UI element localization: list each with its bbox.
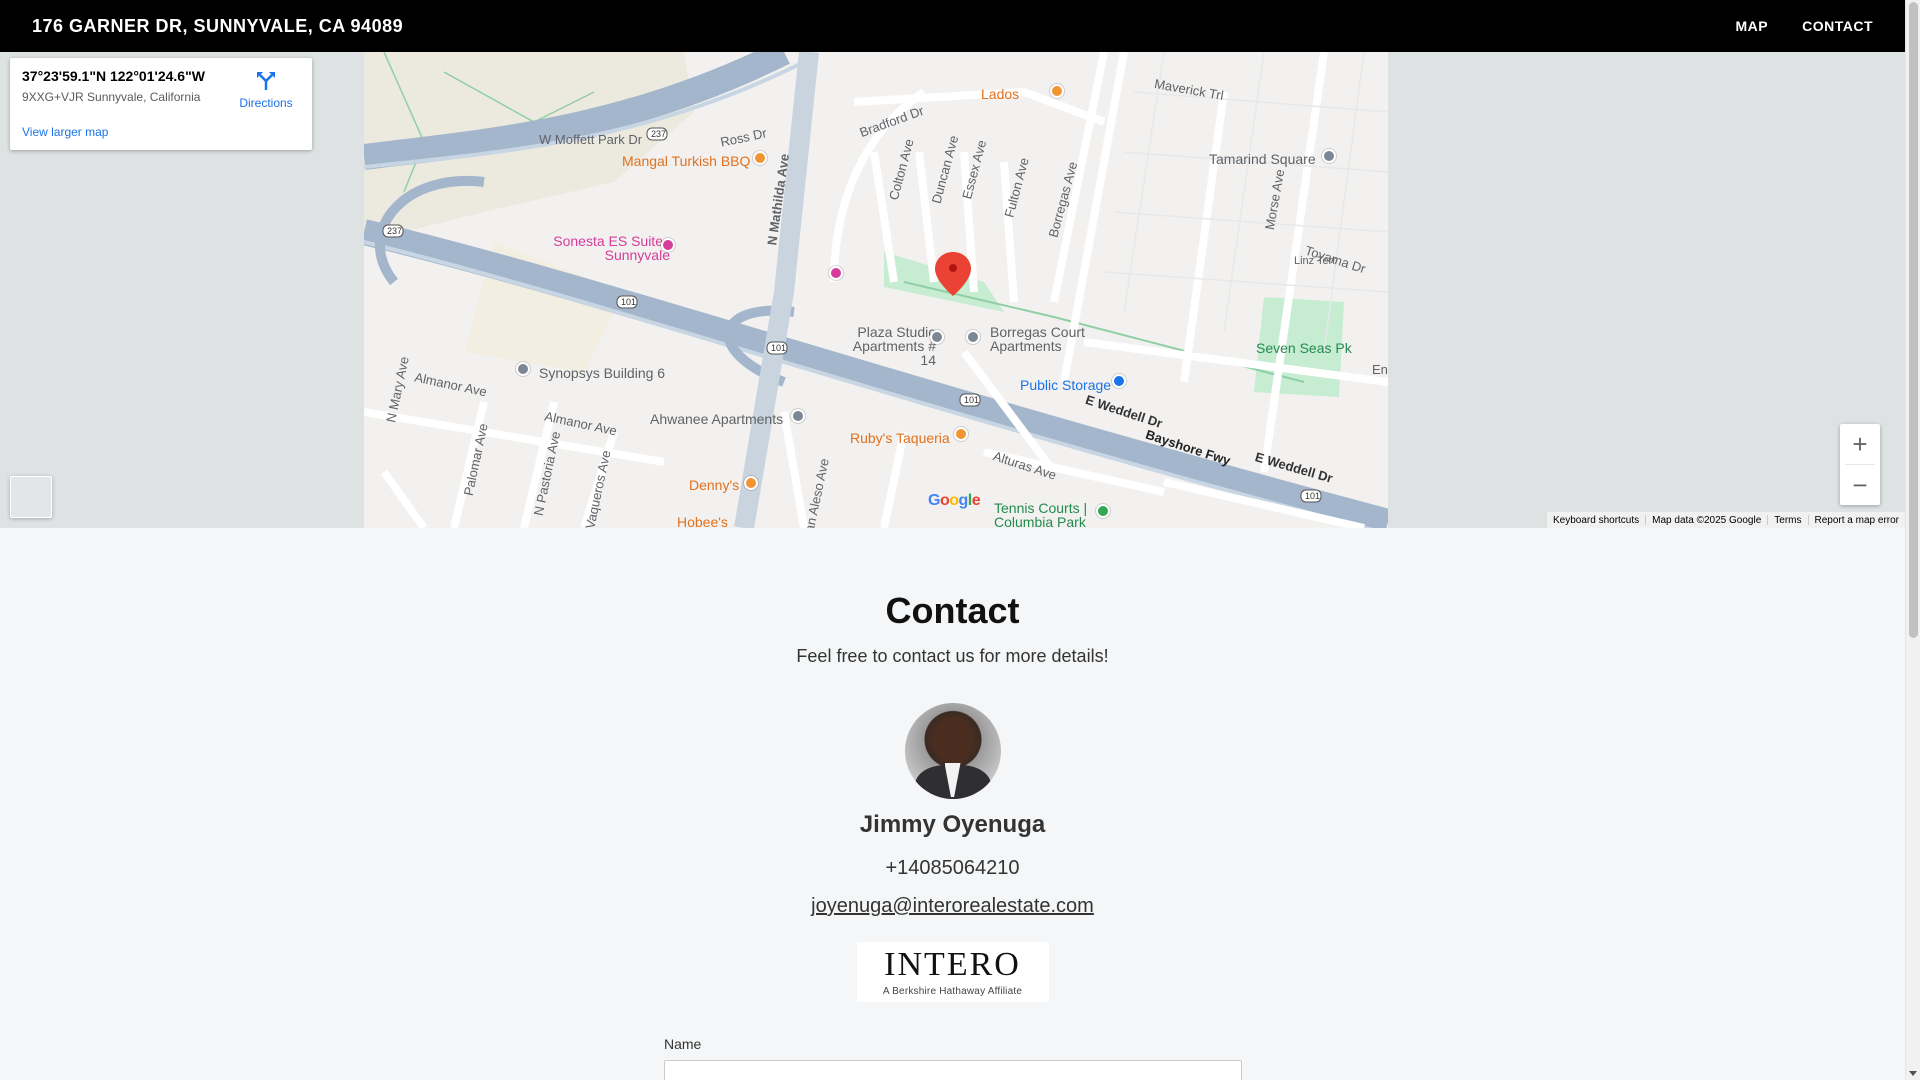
restaurant-pin-icon[interactable] [954,427,968,441]
google-logo: Google [928,492,981,509]
zoom-control: + − [1840,424,1880,505]
brokerage-name: INTERO [884,945,1021,983]
storage-pin-icon[interactable] [1112,374,1126,388]
map-type-toggle[interactable] [10,476,52,518]
poi-label[interactable]: Tamarind Square [1209,151,1316,167]
poi-label[interactable]: Sonesta ES Suites Sunnyvale [550,234,670,262]
avatar-face [933,717,972,763]
map-embed[interactable]: 237 237 101 101 101 101 W Moffett Park D… [0,52,1905,528]
poi-label[interactable]: Hobee's [677,514,728,528]
poi-label[interactable]: Public Storage [1020,377,1111,393]
restaurant-pin-icon[interactable] [753,151,767,165]
restaurant-pin-icon[interactable] [744,476,758,490]
contact-section: Contact Feel free to contact us for more… [0,528,1905,1002]
nav-item-contact[interactable]: CONTACT [1802,18,1873,34]
street-label: Linz Terr [1294,255,1336,267]
street-label: En [1372,362,1388,377]
place-info-card: 37°23'59.1"N 122°01'24.6"W 9XXG+VJR Sunn… [10,58,312,150]
terms-link[interactable]: Terms [1768,515,1807,526]
street-label: W Moffett Park Dr [539,132,643,147]
agent-avatar [904,703,1001,799]
directions-button[interactable]: Directions [236,68,296,110]
poi-label[interactable]: Ruby's Taqueria [850,430,950,446]
zoom-out-button[interactable]: − [1840,465,1880,505]
svg-text:101: 101 [621,297,636,307]
view-larger-map-link[interactable]: View larger map [22,125,108,139]
place-pin-icon[interactable] [1322,149,1336,163]
agent-name: Jimmy Oyenuga [859,811,1046,838]
poi-label[interactable]: Tennis Courts | Columbia Park [994,501,1104,528]
contact-subtitle: Feel free to contact us for more details… [796,646,1109,666]
place-pin-icon[interactable] [966,330,980,344]
hotel-pin-icon[interactable] [829,266,843,280]
zoom-in-button[interactable]: + [1840,424,1880,464]
brokerage-tagline: A Berkshire Hathaway Affiliate [882,985,1023,997]
map-canvas[interactable]: 237 237 101 101 101 101 W Moffett Park D… [364,52,1388,528]
place-pin-icon[interactable] [516,362,530,376]
brokerage-logo: INTERO A Berkshire Hathaway Affiliate [856,942,1049,1002]
poi-label[interactable]: Ahwanee Apartments [650,411,783,427]
park-pin-icon[interactable] [1096,504,1110,518]
place-pin-icon[interactable] [791,409,805,423]
poi-label[interactable]: Seven Seas Pk [1256,340,1352,356]
name-field-label: Name [664,1036,702,1052]
nav-item-map[interactable]: MAP [1735,18,1768,34]
agent-email-link[interactable]: joyenuga@interorealestate.com [811,895,1094,918]
poi-label[interactable]: Plaza Studio Apartments # 14 [846,325,936,367]
hotel-pin-icon[interactable] [661,238,675,252]
poi-label[interactable]: Borregas Court Apartments [990,325,1100,353]
svg-text:101: 101 [964,395,979,405]
directions-label: Directions [239,96,293,110]
name-field[interactable] [664,1060,1242,1080]
keyboard-shortcuts-link[interactable]: Keyboard shortcuts [1547,515,1645,526]
place-pin-icon[interactable] [930,330,944,344]
poi-label[interactable]: Mangal Turkish BBQ [622,153,750,169]
top-navbar: 176 GARNER DR, SUNNYVALE, CA 94089 MAP C… [0,0,1905,52]
main-nav: MAP CONTACT [1735,18,1873,34]
svg-text:237: 237 [387,226,402,236]
hwy-237-shield: 237 [651,129,666,139]
map-data-text: Map data ©2025 Google [1652,514,1762,526]
poi-label[interactable]: Synopsys Building 6 [539,365,665,381]
page-scrollbar[interactable] [1905,0,1920,1080]
map-attribution: Keyboard shortcuts Map data ©2025 Google… [1546,512,1905,528]
contact-form: Name [664,1036,1242,1080]
svg-text:101: 101 [771,343,786,353]
scrollbar-thumb[interactable] [1909,2,1918,638]
scroll-down-arrow-icon[interactable] [1909,1071,1917,1076]
site-title[interactable]: 176 GARNER DR, SUNNYVALE, CA 94089 [32,16,403,37]
restaurant-pin-icon[interactable] [1050,84,1064,98]
report-error-link[interactable]: Report a map error [1809,515,1905,526]
contact-heading: Contact [885,590,1020,631]
agent-phone[interactable]: +14085064210 [0,857,1905,880]
poi-label[interactable]: Lados [981,86,1019,102]
svg-text:101: 101 [1305,491,1320,501]
poi-label[interactable]: Denny's [689,477,739,493]
directions-icon [257,72,275,90]
